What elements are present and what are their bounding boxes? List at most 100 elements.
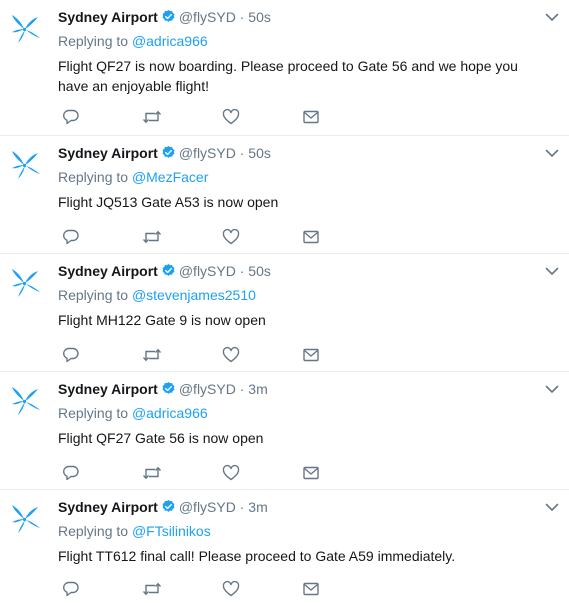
- tweet-timestamp[interactable]: 3m: [248, 381, 267, 397]
- like-button[interactable]: [222, 228, 302, 246]
- heart-icon: [222, 228, 240, 245]
- reply-target-link[interactable]: @FTsilinikos: [132, 523, 211, 539]
- retweet-button[interactable]: [142, 228, 222, 246]
- separator-dot: ·: [239, 381, 245, 397]
- reply-target-link[interactable]: @adrica966: [132, 33, 208, 49]
- direct-message-button[interactable]: [302, 464, 382, 482]
- chevron-down-icon[interactable]: [545, 384, 559, 394]
- direct-message-button[interactable]: [302, 108, 382, 126]
- verified-badge-icon: [162, 9, 175, 22]
- retweet-icon: [142, 348, 162, 362]
- tweet-header: Sydney Airport @flySYD · 50s: [58, 8, 539, 26]
- retweet-icon: [142, 466, 162, 480]
- author-name[interactable]: Sydney Airport: [58, 145, 158, 161]
- reply-button[interactable]: [62, 580, 142, 598]
- reply-target-link[interactable]: @adrica966: [132, 405, 208, 421]
- author-handle[interactable]: @flySYD: [179, 381, 236, 397]
- retweet-button[interactable]: [142, 580, 222, 598]
- verified-badge-icon: [162, 145, 175, 158]
- tweet-timestamp[interactable]: 3m: [248, 499, 267, 515]
- reply-icon: [63, 581, 79, 597]
- sydney-airport-logo-icon[interactable]: [8, 266, 42, 300]
- direct-message-button[interactable]: [302, 346, 382, 364]
- retweet-button[interactable]: [142, 346, 222, 364]
- reply-button[interactable]: [62, 108, 142, 126]
- sydney-airport-logo-icon[interactable]: [8, 384, 42, 418]
- tweet-actions: [62, 464, 382, 482]
- replying-to-label: Replying to: [58, 405, 129, 421]
- author-handle[interactable]: @flySYD: [179, 145, 236, 161]
- reply-icon: [63, 465, 79, 481]
- envelope-icon: [303, 582, 319, 596]
- like-button[interactable]: [222, 346, 302, 364]
- tweet-text: Flight JQ513 Gate A53 is now open: [58, 194, 279, 210]
- author-name[interactable]: Sydney Airport: [58, 381, 158, 397]
- verified-badge-icon: [162, 499, 175, 512]
- replying-to: Replying to @FTsilinikos: [58, 522, 539, 540]
- reply-button[interactable]: [62, 346, 142, 364]
- sydney-airport-logo-icon[interactable]: [8, 502, 42, 536]
- author-handle[interactable]: @flySYD: [179, 263, 236, 279]
- separator-dot: ·: [239, 9, 245, 25]
- tweet[interactable]: Sydney Airport @flySYD · 50s Replying to…: [0, 136, 569, 254]
- tweet-feed: Sydney Airport @flySYD · 50s Replying to…: [0, 0, 569, 597]
- tweet[interactable]: Sydney Airport @flySYD · 50s Replying to…: [0, 254, 569, 372]
- heart-icon: [222, 346, 240, 363]
- tweet-header: Sydney Airport @flySYD · 3m: [58, 380, 539, 398]
- author-handle[interactable]: @flySYD: [179, 9, 236, 25]
- sydney-airport-logo-icon[interactable]: [8, 12, 42, 46]
- tweet-actions: [62, 108, 382, 126]
- tweet-actions: [62, 580, 382, 598]
- retweet-icon: [142, 110, 162, 124]
- like-button[interactable]: [222, 108, 302, 126]
- heart-icon: [222, 108, 240, 125]
- chevron-down-icon[interactable]: [545, 266, 559, 276]
- tweet-timestamp[interactable]: 50s: [248, 263, 271, 279]
- tweet-header: Sydney Airport @flySYD · 50s: [58, 144, 539, 162]
- reply-button[interactable]: [62, 228, 142, 246]
- replying-to-label: Replying to: [58, 287, 129, 303]
- author-name[interactable]: Sydney Airport: [58, 9, 158, 25]
- chevron-down-icon[interactable]: [545, 502, 559, 512]
- tweet-timestamp[interactable]: 50s: [248, 145, 271, 161]
- tweet[interactable]: Sydney Airport @flySYD · 3m Replying to …: [0, 372, 569, 490]
- sydney-airport-logo-icon[interactable]: [8, 148, 42, 182]
- tweet-header: Sydney Airport @flySYD · 3m: [58, 498, 539, 516]
- retweet-icon: [142, 582, 162, 596]
- envelope-icon: [303, 466, 319, 480]
- tweet-body: Sydney Airport @flySYD · 3m Replying to …: [58, 498, 539, 566]
- like-button[interactable]: [222, 580, 302, 598]
- tweet-text: Flight TT612 final call! Please proceed …: [58, 548, 456, 564]
- reply-target-link[interactable]: @stevenjames2510: [132, 287, 256, 303]
- retweet-button[interactable]: [142, 464, 222, 482]
- replying-to-label: Replying to: [58, 169, 129, 185]
- author-name[interactable]: Sydney Airport: [58, 263, 158, 279]
- envelope-icon: [303, 230, 319, 244]
- separator-dot: ·: [239, 263, 245, 279]
- tweet[interactable]: Sydney Airport @flySYD · 50s Replying to…: [0, 0, 569, 136]
- tweet-text: Flight QF27 Gate 56 is now open: [58, 430, 264, 446]
- tweet-timestamp[interactable]: 50s: [248, 9, 271, 25]
- reply-button[interactable]: [62, 464, 142, 482]
- author-name[interactable]: Sydney Airport: [58, 499, 158, 515]
- reply-target-link[interactable]: @MezFacer: [132, 169, 208, 185]
- reply-icon: [63, 347, 79, 363]
- retweet-button[interactable]: [142, 108, 222, 126]
- chevron-down-icon[interactable]: [545, 12, 559, 22]
- chevron-down-icon[interactable]: [545, 148, 559, 158]
- author-handle[interactable]: @flySYD: [179, 499, 236, 515]
- envelope-icon: [303, 348, 319, 362]
- reply-icon: [63, 229, 79, 245]
- replying-to: Replying to @adrica966: [58, 404, 539, 422]
- reply-icon: [63, 109, 79, 125]
- tweet[interactable]: Sydney Airport @flySYD · 3m Replying to …: [0, 490, 569, 597]
- like-button[interactable]: [222, 464, 302, 482]
- direct-message-button[interactable]: [302, 228, 382, 246]
- heart-icon: [222, 580, 240, 597]
- tweet-header: Sydney Airport @flySYD · 50s: [58, 262, 539, 280]
- separator-dot: ·: [239, 145, 245, 161]
- direct-message-button[interactable]: [302, 580, 382, 598]
- replying-to-label: Replying to: [58, 33, 129, 49]
- tweet-actions: [62, 228, 382, 246]
- retweet-icon: [142, 230, 162, 244]
